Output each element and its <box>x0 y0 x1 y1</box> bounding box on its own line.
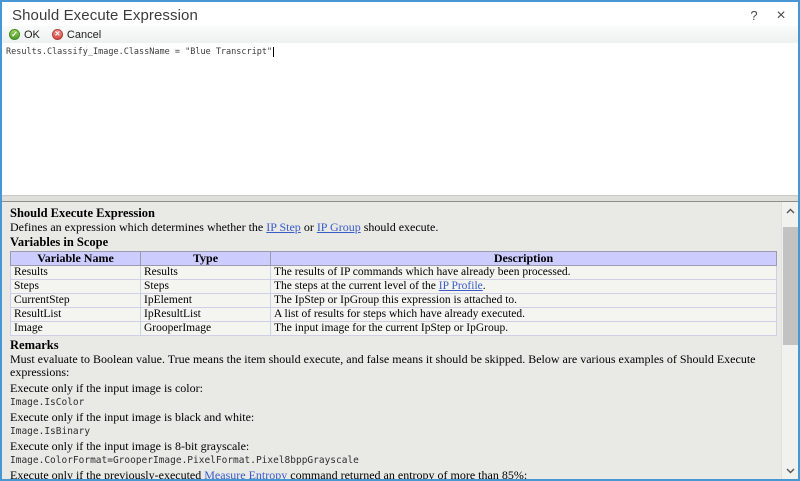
title-bar: Should Execute Expression ? × <box>2 2 798 26</box>
cell-desc: The results of IP commands which have al… <box>270 265 777 280</box>
cancel-x-icon: ✕ <box>51 29 63 40</box>
table-row: Results Results The results of IP comman… <box>10 265 777 280</box>
expression-editor-input[interactable]: Results.Classify_Image.ClassName = "Blue… <box>2 43 798 195</box>
example-block: Execute only if the previously-executed … <box>10 468 777 480</box>
scrollbar-thumb[interactable] <box>783 227 798 345</box>
cell-name: CurrentStep <box>10 293 141 308</box>
text-caret <box>273 46 275 57</box>
example-label: Execute only if the input image is 8-bit… <box>10 439 250 453</box>
cell-name: Image <box>10 321 141 336</box>
cell-desc: The input image for the current IpStep o… <box>270 321 777 336</box>
vertical-scrollbar[interactable] <box>781 202 798 479</box>
splitter-bar[interactable] <box>2 195 798 202</box>
scroll-down-icon[interactable] <box>782 462 798 479</box>
example-label: Execute only if the input image is black… <box>10 410 255 424</box>
intro-text: or <box>300 220 317 234</box>
expression-text: Results.Classify_Image.ClassName = "Blue… <box>6 47 273 57</box>
help-heading: Should Execute Expression <box>10 206 155 220</box>
ok-button[interactable]: ✓ OK <box>9 29 40 41</box>
intro-text: should execute. <box>360 220 439 234</box>
scrollbar-track[interactable] <box>782 219 798 462</box>
close-icon[interactable]: × <box>768 7 794 23</box>
col-header-variable-name: Variable Name <box>10 251 141 266</box>
example-label: Execute only if the previously-executed … <box>10 468 777 480</box>
cancel-button-label: Cancel <box>66 28 102 41</box>
table-header-row: Variable Name Type Description <box>10 251 777 266</box>
example-label: Execute only if the input image is color… <box>10 381 203 395</box>
window-title: Should Execute Expression <box>12 6 198 24</box>
help-intro: Defines an expression which determines w… <box>10 221 777 234</box>
cell-name: ResultList <box>10 307 141 322</box>
example-label-text: Execute only if the previously-executed <box>10 468 205 480</box>
cell-desc-text: . <box>482 280 486 292</box>
link-ip-step[interactable]: IP Step <box>266 220 301 234</box>
link-measure-entropy[interactable]: Measure Entropy <box>204 468 287 480</box>
ok-check-icon: ✓ <box>9 29 20 40</box>
remarks-heading: Remarks <box>10 338 59 352</box>
cell-type: Results <box>140 265 271 280</box>
cell-name: Steps <box>10 279 141 294</box>
table-row: Steps Steps The steps at the current lev… <box>10 279 777 294</box>
cell-type: Steps <box>140 279 271 294</box>
help-panel: Should Execute Expression Defines an exp… <box>2 202 798 479</box>
help-content: Should Execute Expression Defines an exp… <box>2 202 781 479</box>
example-code: Image.ColorFormat=GrooperImage.PixelForm… <box>10 455 359 466</box>
link-ip-group[interactable]: IP Group <box>317 220 361 234</box>
col-header-type: Type <box>140 251 271 266</box>
table-row: ResultList IpResultList A list of result… <box>10 307 777 322</box>
cell-type: IpResultList <box>140 307 271 322</box>
toolbar: ✓ OK ✕ Cancel <box>2 26 798 43</box>
ok-button-label: OK <box>24 28 40 41</box>
dialog-window: Should Execute Expression ? × ✓ OK ✕ Can… <box>0 0 800 481</box>
help-icon[interactable]: ? <box>740 8 768 23</box>
example-block: Execute only if the input image is black… <box>10 410 777 438</box>
variables-table: Variable Name Type Description Results R… <box>10 251 777 336</box>
example-code: Image.IsBinary <box>10 426 91 437</box>
example-code: Image.IsColor <box>10 397 85 408</box>
link-ip-profile[interactable]: IP Profile <box>439 280 483 292</box>
cell-desc: The steps at the current level of the IP… <box>270 279 777 294</box>
variables-heading: Variables in Scope <box>10 235 109 249</box>
example-label-text: command returned an entropy of more than… <box>287 468 528 480</box>
table-row: Image GrooperImage The input image for t… <box>10 321 777 336</box>
cell-type: IpElement <box>140 293 271 308</box>
scroll-up-icon[interactable] <box>782 202 798 219</box>
cell-type: GrooperImage <box>140 321 271 336</box>
cancel-button[interactable]: ✕ Cancel <box>51 28 102 41</box>
cell-name: Results <box>10 265 141 280</box>
cell-desc: The IpStep or IpGroup this expression is… <box>270 293 777 308</box>
cell-desc-text: The steps at the current level of the <box>274 280 439 292</box>
table-row: CurrentStep IpElement The IpStep or IpGr… <box>10 293 777 308</box>
example-block: Execute only if the input image is color… <box>10 381 777 409</box>
cell-desc: A list of results for steps which have a… <box>270 307 777 322</box>
remarks-text: Must evaluate to Boolean value. True mea… <box>10 352 756 379</box>
example-block: Execute only if the input image is 8-bit… <box>10 439 777 467</box>
col-header-description: Description <box>270 251 777 266</box>
intro-text: Defines an expression which determines w… <box>10 220 267 234</box>
